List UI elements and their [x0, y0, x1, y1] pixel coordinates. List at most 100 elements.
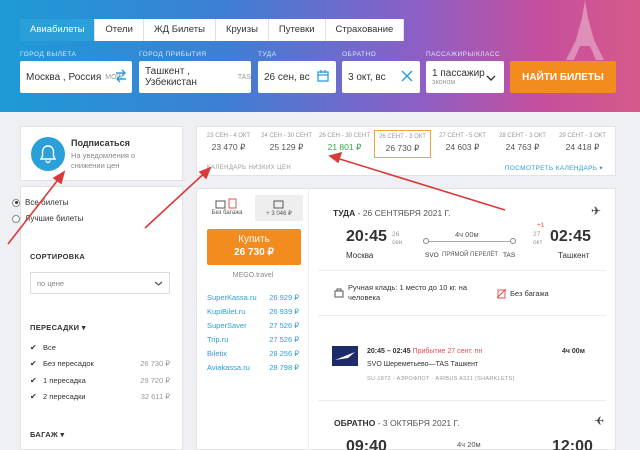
calendar-day-lowest[interactable]: 26 СЕН - 30 СЕНТ 21 801 ₽: [316, 130, 373, 158]
agency-link[interactable]: Biletix 28 256 ₽: [207, 349, 299, 358]
radio-off[interactable]: [12, 214, 20, 223]
checkbox-checked[interactable]: ✔: [30, 392, 38, 401]
option-best-label: Лучшие билеты: [25, 214, 84, 223]
calendar-heading: КАЛЕНДАРЬ НИЗКИХ ЦЕН: [207, 165, 292, 171]
arrival-time: 02:45: [550, 228, 591, 245]
departure-city: Москва: [346, 251, 374, 260]
from-field[interactable]: Москва , Россия MOW: [20, 61, 132, 93]
transfer-label: 2 пересадки: [43, 392, 86, 401]
calendar-day[interactable]: 23 СЕН - 4 ОКТ 23 470 ₽: [200, 130, 257, 158]
tab-cruises[interactable]: Круизы: [215, 19, 269, 41]
tab-tours[interactable]: Путевки: [268, 19, 326, 41]
agency-link[interactable]: Aviakassa.ru 28 798 ₽: [207, 363, 299, 372]
return-heading: ОБРАТНО - 3 ОКТЯБРЯ 2021 Г.: [334, 418, 460, 428]
sort-heading: СОРТИРОВКА: [30, 252, 86, 261]
tab-avia[interactable]: Авиабилеты: [20, 19, 96, 41]
outbound-heading: ТУДА - 26 СЕНТЯБРЯ 2021 Г.: [333, 208, 451, 218]
tab-insurance[interactable]: Страхование: [325, 19, 405, 41]
transfer-two[interactable]: ✔ 2 пересадки 32 611 ₽: [30, 392, 170, 401]
transfer-label: Все: [43, 343, 56, 352]
transfer-all[interactable]: ✔ Все: [30, 343, 170, 352]
carry-on-text: Ручная кладь: 1 место до 10 кг. на челов…: [348, 283, 468, 302]
return-value: 3 окт, вс: [348, 71, 386, 83]
agency-link[interactable]: SuperSaver 27 526 ₽: [207, 321, 299, 330]
buy-price: 26 730 ₽: [234, 247, 274, 258]
divider: [318, 315, 606, 316]
chevron-down-icon: [486, 75, 496, 81]
pax-label: ПАССАЖИРЫ/КЛАСС: [426, 51, 501, 58]
plane-return-icon: ✈: [594, 414, 605, 428]
class-value: эконом: [432, 79, 456, 86]
radio-on[interactable]: [12, 198, 20, 207]
no-baggage-icon: [497, 288, 506, 299]
agency-link[interactable]: SuperKassa.ru 26 929 ₽: [207, 293, 299, 302]
arrival-day: 27 окт: [533, 231, 543, 246]
arrival-city: Ташкент: [558, 251, 590, 260]
clear-icon[interactable]: [400, 69, 414, 83]
bag-option-none[interactable]: Без багажа: [203, 195, 251, 221]
transfer-label: Без пересадок: [43, 359, 94, 368]
subscribe-box[interactable]: Подписаться На уведомления о снижении це…: [20, 126, 183, 181]
option-best-tickets[interactable]: Лучшие билеты: [12, 214, 83, 223]
flight-number: SU-1872 · АЭРОФЛОТ · AIRBUS A321 (SHARKL…: [367, 376, 515, 382]
baggage-heading[interactable]: БАГАЖ ▾: [30, 430, 64, 439]
segment-route: SVO Шереметьево—TAS Ташкент: [367, 361, 479, 368]
agency-link[interactable]: KupiBilet.ru 26 939 ₽: [207, 307, 299, 316]
subscribe-title: Подписаться: [71, 138, 130, 148]
swap-icon[interactable]: [114, 69, 128, 83]
search-button[interactable]: НАЙТИ БИЛЕТЫ: [510, 61, 616, 93]
return-arrival-time: 12:00: [552, 438, 593, 450]
sort-select[interactable]: по цене: [30, 272, 170, 294]
price-calendar: 23 СЕН - 4 ОКТ 23 470 ₽ 24 СЕН - 30 СЕНТ 2…: [196, 126, 616, 176]
buy-button[interactable]: Купить 26 730 ₽: [207, 229, 301, 265]
agency-link[interactable]: Trip.ru 27 526 ₽: [207, 335, 299, 344]
tab-hotels[interactable]: Отели: [95, 19, 144, 41]
checkbox-checked[interactable]: ✔: [30, 376, 38, 385]
suitcase-icon: [273, 200, 284, 209]
pax-field[interactable]: 1 пассажир эконом: [426, 61, 504, 93]
carry-on-icon: [334, 288, 344, 298]
view-calendar-link[interactable]: ПОСМОТРЕТЬ КАЛЕНДАРЬ ▾: [505, 164, 603, 172]
route-end-dot: [510, 238, 516, 244]
segment-duration: 4ч 00м: [562, 348, 585, 355]
calendar-day[interactable]: 27 СЕНТ - 5 ОКТ 24 603 ₽: [434, 130, 491, 158]
return-field[interactable]: 3 окт, вс: [342, 61, 420, 93]
departure-time: 20:45: [346, 228, 387, 245]
from-label: ГОРОД ВЫЛЕТА: [20, 51, 77, 58]
checkbox-checked[interactable]: ✔: [30, 343, 38, 352]
date-field[interactable]: 26 сен, вс: [258, 61, 336, 93]
bag-option-plus[interactable]: + 3 046 ₽: [255, 195, 303, 221]
to-airport-code: TAS: [503, 252, 516, 259]
transfer-price: 26 730 ₽: [140, 359, 170, 368]
departure-day: 26 сен: [392, 231, 403, 246]
date-value: 26 сен, вс: [264, 71, 310, 83]
calendar-day[interactable]: 28 СЕНТ - 3 ОКТ 24 763 ₽: [494, 130, 551, 158]
calendar-day[interactable]: 24 СЕН - 30 СЕНТ 25 129 ₽: [258, 130, 315, 158]
transfer-direct[interactable]: ✔ Без пересадок 26 730 ₽: [30, 359, 170, 368]
checkbox-checked[interactable]: ✔: [30, 359, 38, 368]
calendar-day-selected[interactable]: 26 СЕНТ - 3 ОКТ 26 730 ₽: [374, 130, 431, 158]
next-day-marker: +1: [537, 222, 545, 229]
airline-logo: [332, 346, 358, 366]
flight-duration: 4ч 00м: [455, 230, 479, 239]
pax-value: 1 пассажир: [432, 68, 485, 79]
to-code: TAS: [237, 73, 251, 81]
chevron-down-icon: [154, 281, 163, 286]
transfer-price: 29 720 ₽: [140, 376, 170, 385]
to-field[interactable]: Ташкент , Узбекистан TAS: [139, 61, 251, 93]
bell-icon: [31, 137, 65, 171]
option-all-tickets[interactable]: Все билеты: [12, 198, 68, 207]
transfers-heading[interactable]: ПЕРЕСАДКИ ▾: [30, 323, 86, 332]
tab-rail[interactable]: ЖД Билеты: [143, 19, 216, 41]
calendar-day[interactable]: 29 СЕНТ - 3 ОКТ 24 418 ₽: [554, 130, 611, 158]
return-duration: 4ч 20м: [457, 440, 481, 449]
bag-icons: [215, 198, 237, 209]
route-line: [425, 241, 515, 242]
calendar-icon: [317, 70, 329, 82]
hero-banner: [0, 0, 640, 112]
subscribe-text: На уведомления о снижении цен: [71, 151, 136, 170]
to-value: Ташкент , Узбекистан: [145, 66, 197, 88]
filters-sidebar: [20, 186, 183, 450]
from-value: Москва , Россия: [26, 71, 102, 83]
transfer-one[interactable]: ✔ 1 пересадка 29 720 ₽: [30, 376, 170, 385]
